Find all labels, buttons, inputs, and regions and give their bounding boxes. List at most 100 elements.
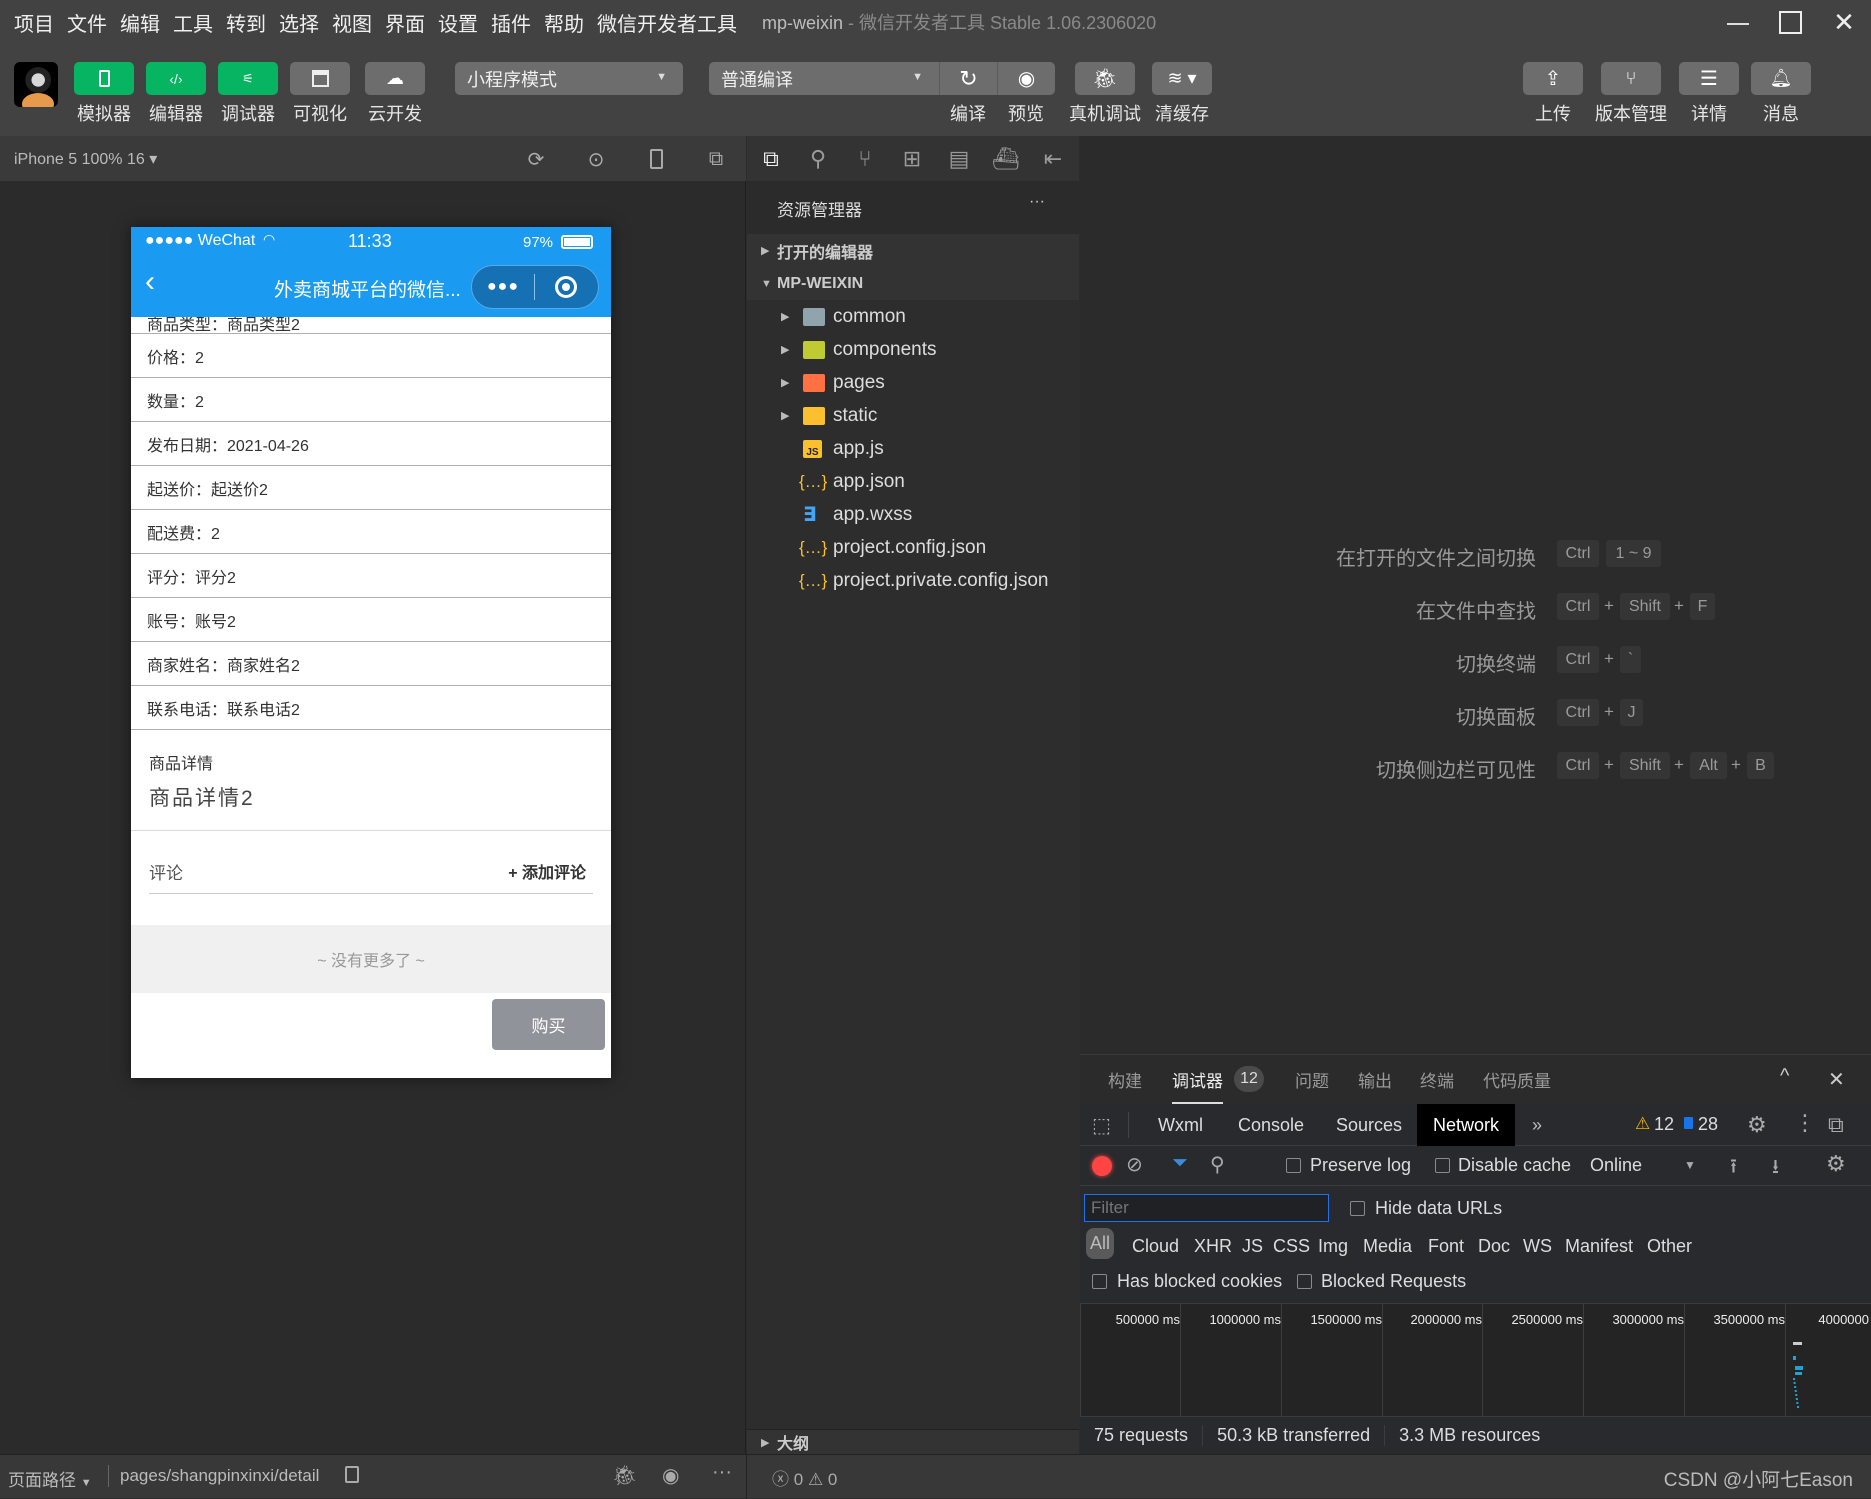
detach-window-icon[interactable]: ⧉ xyxy=(703,146,729,172)
minimize-button[interactable] xyxy=(1718,6,1758,38)
type-xhr[interactable]: XHR xyxy=(1194,1236,1232,1257)
close-window-button[interactable]: ✕ xyxy=(1824,6,1864,38)
type-cloud[interactable]: Cloud xyxy=(1132,1236,1179,1257)
version-button[interactable]: ⑂ xyxy=(1601,62,1661,95)
type-other[interactable]: Other xyxy=(1647,1236,1692,1257)
tree-item-pages[interactable]: ▶ pages xyxy=(747,366,1079,399)
outline-section[interactable]: ▶ 大纲 xyxy=(747,1429,1079,1454)
type-manifest[interactable]: Manifest xyxy=(1565,1236,1633,1257)
menu-help[interactable]: 帮助 xyxy=(544,8,584,37)
buy-button[interactable]: 购买 xyxy=(492,999,605,1050)
kebab-menu-icon[interactable]: ⋮ xyxy=(1794,1110,1816,1136)
messages-button[interactable]: 🔔︎ xyxy=(1751,62,1811,95)
record-button[interactable] xyxy=(1092,1156,1112,1176)
more-actions-icon[interactable]: ··· xyxy=(1029,193,1045,211)
compile-button[interactable]: ↻ xyxy=(939,62,997,95)
clear-icon[interactable]: ⊘ xyxy=(1126,1152,1143,1177)
tree-item-app-js[interactable]: JS app.js xyxy=(747,432,1079,465)
tab-debugger[interactable]: 调试器 xyxy=(1172,1067,1223,1104)
tab-wxml[interactable]: Wxml xyxy=(1158,1104,1203,1146)
has-blocked-cookies-checkbox[interactable] xyxy=(1092,1274,1107,1289)
tab-build[interactable]: 构建 xyxy=(1108,1067,1142,1092)
settings-gear-icon[interactable]: ⚙ xyxy=(1747,1112,1767,1138)
tab-console[interactable]: Console xyxy=(1238,1104,1304,1146)
collapse-sidebar-icon[interactable]: ⇤ xyxy=(1039,145,1067,173)
tab-network[interactable]: Network xyxy=(1417,1104,1516,1146)
user-avatar[interactable] xyxy=(14,62,58,107)
maximize-button[interactable] xyxy=(1770,6,1810,38)
hide-data-urls-checkbox[interactable] xyxy=(1350,1201,1365,1216)
files-icon[interactable]: ⧉ xyxy=(757,145,785,173)
cloud-button[interactable]: ☁ xyxy=(365,62,425,95)
disable-cache-checkbox[interactable] xyxy=(1435,1158,1450,1173)
close-panel-icon[interactable]: ✕ xyxy=(1828,1067,1845,1092)
extensions-icon[interactable]: ⊞ xyxy=(898,145,926,173)
dock-side-icon[interactable]: ⧉ xyxy=(1828,1112,1844,1138)
tab-sources[interactable]: Sources xyxy=(1336,1104,1402,1146)
bug-icon[interactable]: 🐞︎ xyxy=(612,1463,637,1488)
network-timeline[interactable]: 500000 ms 1000000 ms 1500000 ms 2000000 … xyxy=(1080,1304,1871,1416)
menu-settings[interactable]: 设置 xyxy=(438,8,478,37)
rotate-icon[interactable]: ⟳ xyxy=(523,146,549,172)
tree-item-components[interactable]: ▶ components xyxy=(747,333,1079,366)
mode-select[interactable]: 小程序模式 ▼ xyxy=(455,62,683,95)
details-button[interactable]: ☰ xyxy=(1679,62,1739,95)
preview-button[interactable]: ◉ xyxy=(997,62,1055,95)
tab-terminal[interactable]: 终端 xyxy=(1420,1067,1454,1092)
stop-icon[interactable]: ⊙ xyxy=(583,146,609,172)
editor-button[interactable]: ‹/› xyxy=(146,62,206,95)
type-ws[interactable]: WS xyxy=(1523,1236,1552,1257)
type-media[interactable]: Media xyxy=(1363,1236,1412,1257)
tree-item-common[interactable]: ▶ common xyxy=(747,300,1079,333)
simulator-button[interactable] xyxy=(74,62,134,95)
tab-output[interactable]: 输出 xyxy=(1358,1067,1392,1092)
menu-file[interactable]: 文件 xyxy=(67,8,107,37)
device-select[interactable]: iPhone 5 100% 16 ▾ xyxy=(14,149,157,169)
chevron-up-icon[interactable]: ^ xyxy=(1780,1065,1789,1088)
tab-code-quality[interactable]: 代码质量 xyxy=(1483,1067,1551,1092)
filter-input[interactable] xyxy=(1084,1194,1329,1222)
more-icon[interactable]: ··· xyxy=(712,1461,732,1484)
menu-view[interactable]: 视图 xyxy=(332,8,372,37)
tree-item-app-json[interactable]: {…} app.json xyxy=(747,465,1079,498)
problems-summary[interactable]: ⓧ 0 ⚠ 0 xyxy=(772,1465,837,1490)
menu-tools[interactable]: 工具 xyxy=(173,8,213,37)
menu-edit[interactable]: 编辑 xyxy=(120,8,160,37)
filter-icon[interactable]: ⏷ xyxy=(1172,1152,1188,1175)
type-font[interactable]: Font xyxy=(1428,1236,1464,1257)
eye-icon[interactable]: ◉ xyxy=(662,1463,679,1488)
visualize-button[interactable] xyxy=(290,62,350,95)
type-css[interactable]: CSS xyxy=(1273,1236,1310,1257)
docker-icon[interactable]: ⛴ xyxy=(992,145,1020,173)
tree-item-project-private-config[interactable]: {…} project.private.config.json xyxy=(747,564,1079,597)
tree-item-static[interactable]: ▶ static xyxy=(747,399,1079,432)
close-miniprogram-icon[interactable] xyxy=(535,276,597,298)
menu-select[interactable]: 选择 xyxy=(279,8,319,37)
search-icon[interactable]: ⚲ xyxy=(1210,1152,1225,1177)
back-arrow-icon[interactable]: ‹ xyxy=(145,265,155,299)
real-device-debug-button[interactable]: 🐞︎ xyxy=(1075,62,1135,95)
search-icon[interactable]: ⚲ xyxy=(804,145,832,173)
menu-goto[interactable]: 转到 xyxy=(226,8,266,37)
throttle-select[interactable]: Online xyxy=(1590,1155,1642,1176)
copy-icon[interactable] xyxy=(345,1466,359,1483)
import-har-icon[interactable]: ⭱ xyxy=(1730,1152,1737,1186)
more-tabs-icon[interactable]: » xyxy=(1532,1104,1542,1146)
add-comment-button[interactable]: + 添加评论 xyxy=(508,859,586,883)
type-img[interactable]: Img xyxy=(1318,1236,1348,1257)
export-har-icon[interactable]: ⭳ xyxy=(1772,1152,1779,1186)
blocked-requests-checkbox[interactable] xyxy=(1297,1274,1312,1289)
compile-mode-select[interactable]: 普通编译 ▼ xyxy=(709,62,939,95)
menu-interface[interactable]: 界面 xyxy=(385,8,425,37)
clear-cache-button[interactable]: ≋ ▾ xyxy=(1152,62,1212,95)
preserve-log-checkbox[interactable] xyxy=(1286,1158,1301,1173)
debugger-button[interactable]: ⚟ xyxy=(218,62,278,95)
type-all[interactable]: All xyxy=(1086,1228,1115,1259)
tab-problems[interactable]: 问题 xyxy=(1295,1067,1329,1092)
project-section[interactable]: ▼ MP-WEIXIN xyxy=(747,267,1079,300)
inspect-element-icon[interactable]: ⬚ xyxy=(1092,1113,1111,1138)
upload-button[interactable]: ⇪ xyxy=(1523,62,1583,95)
tree-item-project-config[interactable]: {…} project.config.json xyxy=(747,531,1079,564)
menu-wechat-devtools[interactable]: 微信开发者工具 xyxy=(597,8,737,37)
device-icon[interactable] xyxy=(643,146,669,172)
